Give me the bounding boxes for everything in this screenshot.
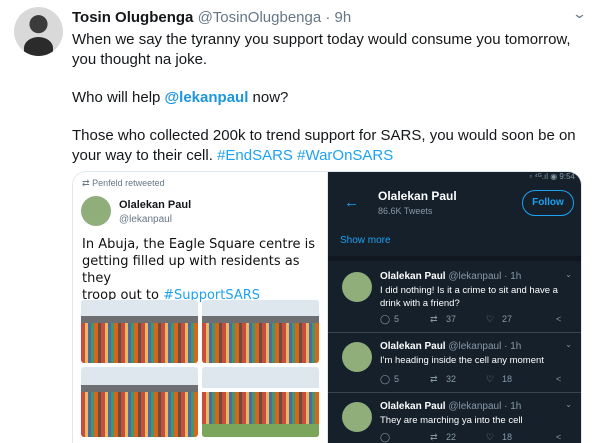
embedded-avatar <box>81 196 111 226</box>
avatar[interactable] <box>14 7 63 56</box>
tweet-line: When we say the tyranny you support toda… <box>72 31 571 48</box>
author-handle-time[interactable]: @TosinOlugbenga · 9h <box>198 9 352 26</box>
phone-status-bar: ▫ ⁴ᴳ.ıl ◉ 9:54 <box>529 172 575 181</box>
tweet-line: your way to their cell. #EndSARS #WarOnS… <box>72 146 587 166</box>
embedded-tweet: Olalekan Paul @lekanpaul · 1h ⌄ They are… <box>328 394 581 443</box>
share-icon: < <box>556 314 562 324</box>
embedded-tweet: Olalekan Paul @lekanpaul · 1h ⌄ I did no… <box>328 264 581 330</box>
tweet-line: you thought na joke. <box>72 51 208 68</box>
embedded-tweet-text: In Abuja, the Eagle Square centre is get… <box>82 237 316 303</box>
tweet-actions: ◯ ⇄ 22 ♡ 18 < <box>380 432 562 442</box>
divider <box>328 392 581 393</box>
tweet[interactable]: Tosin Olugbenga @TosinOlugbenga · 9h ⌄ W… <box>0 0 599 443</box>
embedded-avatar <box>342 402 372 432</box>
heart-icon: ♡ <box>486 314 495 324</box>
reply-icon: ◯ <box>380 374 391 384</box>
profile-name: Olalekan Paul <box>378 189 457 203</box>
hashtag-link[interactable]: #EndSARS <box>217 147 293 164</box>
tweet-text-fragment: your way to their cell. <box>72 147 218 164</box>
mention-link[interactable]: @lekanpaul <box>165 89 249 106</box>
chevron-down-icon: ⌄ <box>565 270 572 279</box>
retweet-icon: ⇄ <box>430 432 438 442</box>
right-screenshot: ▫ ⁴ᴳ.ıl ◉ 9:54 ← Olalekan Paul 86.6K Twe… <box>327 172 581 443</box>
stadium-photo <box>202 300 319 363</box>
embedded-photo-grid <box>81 300 319 440</box>
hashtag-link[interactable]: #WarOnSARS <box>297 147 393 164</box>
tweet-line: Those who collected 200k to trend suppor… <box>72 127 576 144</box>
tweet-text-fragment: now? <box>248 89 289 106</box>
tweet-text: When we say the tyranny you support toda… <box>72 30 587 166</box>
embedded-author-handle: @lekanpaul <box>119 214 172 225</box>
reply-icon: ◯ <box>380 314 391 324</box>
tweet-line: Who will help @lekanpaul now? <box>72 88 587 108</box>
show-more-link: Show more <box>340 235 391 246</box>
follow-button: Follow <box>522 190 574 216</box>
divider <box>328 256 581 261</box>
stadium-photo <box>81 367 198 437</box>
back-arrow-icon: ← <box>344 194 359 211</box>
embedded-author-name: Olalekan Paul <box>119 199 192 211</box>
retweet-icon: ⇄ <box>430 314 438 324</box>
left-screenshot: ⇄ Penfeld retweeted Olalekan Paul @lekan… <box>73 172 327 443</box>
chevron-down-icon: ⌄ <box>565 400 572 409</box>
retweet-icon: ⇄ <box>82 178 90 188</box>
embedded-tweet: Olalekan Paul @lekanpaul · 1h ⌄ I'm head… <box>328 334 581 400</box>
share-icon: < <box>556 432 562 442</box>
profile-tweet-count: 86.6K Tweets <box>378 206 433 216</box>
embedded-avatar <box>342 272 372 302</box>
tweet-header: Tosin Olugbenga @TosinOlugbenga · 9h <box>72 8 351 27</box>
heart-icon: ♡ <box>486 432 495 442</box>
retweet-icon: ⇄ <box>430 374 438 384</box>
reply-icon: ◯ <box>380 432 391 442</box>
heart-icon: ♡ <box>486 374 495 384</box>
tweet-text-fragment: Who will help <box>72 89 165 106</box>
stadium-photo <box>81 300 198 363</box>
chevron-down-icon[interactable]: ⌄ <box>572 6 587 22</box>
tweet-actions: ◯ 5 ⇄ 32 ♡ 18 < <box>380 374 562 384</box>
embedded-avatar <box>342 342 372 372</box>
tweet-actions: ◯ 5 ⇄ 37 ♡ 27 < <box>380 314 562 324</box>
attached-image[interactable]: ⇄ Penfeld retweeted Olalekan Paul @lekan… <box>72 171 582 443</box>
chevron-down-icon: ⌄ <box>565 340 572 349</box>
author-name[interactable]: Tosin Olugbenga <box>72 9 193 26</box>
retweet-label: ⇄ Penfeld retweeted <box>82 178 165 188</box>
stadium-photo <box>202 367 319 437</box>
share-icon: < <box>556 374 562 384</box>
divider <box>328 332 581 333</box>
